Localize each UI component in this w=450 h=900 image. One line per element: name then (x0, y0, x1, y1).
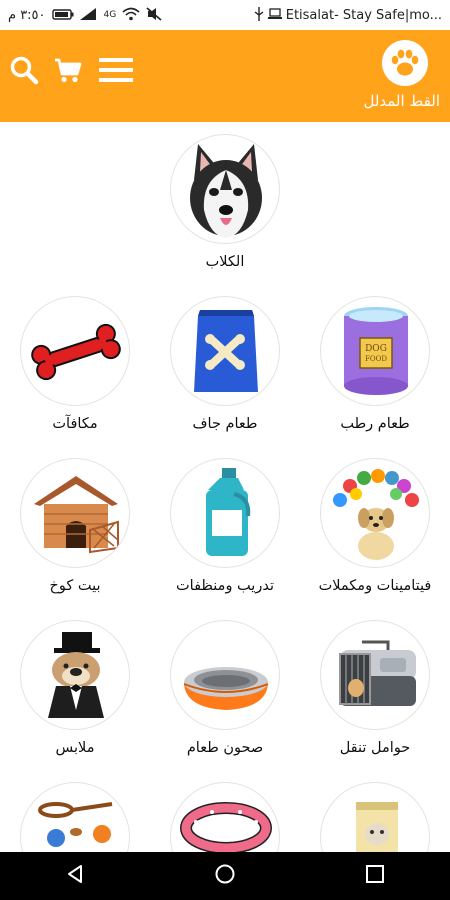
category-image (20, 296, 130, 406)
category-clothes[interactable]: ملابس (0, 620, 150, 756)
cart-icon (53, 55, 83, 89)
category-label: تدريب ومنظفات (176, 578, 274, 594)
dressed-bulldog-icon (48, 632, 104, 718)
category-label: صحون طعام (186, 740, 264, 756)
svg-text:DOG: DOG (365, 344, 387, 354)
category-dog-house[interactable]: بيت كوخ (0, 458, 150, 594)
carrier-name: Etisalat- Stay Safe|mo... (285, 7, 442, 23)
category-label: طعام جاف (192, 416, 258, 432)
category-label: بيت كوخ (49, 578, 101, 594)
category-dogs[interactable]: الكلاب (150, 134, 300, 270)
paw-logo-icon (382, 40, 428, 86)
category-image (20, 782, 130, 852)
category-image (170, 620, 280, 730)
pet-carrier-icon (339, 640, 416, 706)
dry-food-bag-icon (194, 310, 258, 392)
cart-button[interactable] (50, 54, 86, 90)
category-image (320, 620, 430, 730)
brand[interactable]: القط المدلل (340, 40, 440, 116)
bone-icon (31, 323, 121, 381)
category-image (170, 458, 280, 568)
category-image (320, 782, 430, 852)
category-image (170, 134, 280, 244)
signal-icon (79, 8, 98, 22)
network-type: 4G (103, 9, 117, 20)
category-carriers[interactable]: حوامل تنقل (300, 620, 450, 756)
battery-icon (51, 8, 74, 22)
category-grid: الكلاب DOG FOOD طعام رطب طعام جاف مكافآت… (0, 122, 450, 852)
usb-icon (254, 7, 264, 23)
svg-text:FOOD: FOOD (365, 355, 387, 363)
category-treats[interactable]: مكافآت (0, 296, 150, 432)
wifi-icon (122, 7, 140, 23)
recents-button[interactable] (345, 856, 405, 896)
category-label: مكافآت (52, 416, 98, 432)
header-actions (6, 54, 134, 90)
category-label: الكلاب (205, 254, 245, 270)
back-button[interactable] (45, 856, 105, 896)
dog-house-icon (34, 476, 119, 554)
back-icon (64, 863, 86, 889)
husky-dog-icon (190, 144, 262, 238)
clock: ٣:٥٠ م (8, 7, 46, 23)
home-button[interactable] (195, 856, 255, 896)
category-training-cleaners[interactable]: تدريب ومنظفات (150, 458, 300, 594)
category-wet-food[interactable]: DOG FOOD طعام رطب (300, 296, 450, 432)
wet-food-can-icon: DOG FOOD (344, 307, 408, 395)
mute-icon (146, 7, 162, 23)
category-vitamins[interactable]: فيتامينات ومكملات (300, 458, 450, 594)
category-item-more-3[interactable] (0, 782, 150, 852)
search-button[interactable] (6, 54, 42, 90)
category-food-bowls[interactable]: صحون طعام (150, 620, 300, 756)
category-image (170, 782, 280, 852)
brand-name: القط المدلل (363, 92, 440, 110)
status-right: Etisalat- Stay Safe|mo... (254, 7, 442, 23)
cleaner-bottle-icon (206, 468, 251, 556)
menu-icon (99, 56, 133, 88)
accessories-icon (38, 802, 113, 847)
category-image (20, 458, 130, 568)
category-image (320, 458, 430, 568)
category-item-more-2[interactable] (150, 782, 300, 852)
status-left: ٣:٥٠ م 4G (8, 7, 162, 23)
laptop-icon (267, 8, 282, 22)
vitamins-puppy-icon (333, 469, 419, 560)
product-box-icon (356, 802, 398, 852)
category-image (20, 620, 130, 730)
category-label: حوامل تنقل (339, 740, 411, 756)
category-image (170, 296, 280, 406)
search-icon (9, 55, 39, 89)
menu-button[interactable] (98, 54, 134, 90)
home-icon (214, 863, 236, 889)
status-bar: ٣:٥٠ م 4G Etisalat- Stay Safe|mo... (0, 0, 450, 30)
collar-icon (180, 802, 272, 852)
category-label: طعام رطب (340, 416, 410, 432)
category-image: DOG FOOD (320, 296, 430, 406)
category-dry-food[interactable]: طعام جاف (150, 296, 300, 432)
category-item-more-1[interactable] (300, 782, 450, 852)
food-bowl-icon (183, 667, 269, 710)
category-label: ملابس (55, 740, 95, 756)
app-header: القط المدلل (0, 30, 450, 122)
recents-icon (364, 863, 386, 889)
navigation-bar (0, 852, 450, 900)
category-label: فيتامينات ومكملات (318, 578, 432, 594)
